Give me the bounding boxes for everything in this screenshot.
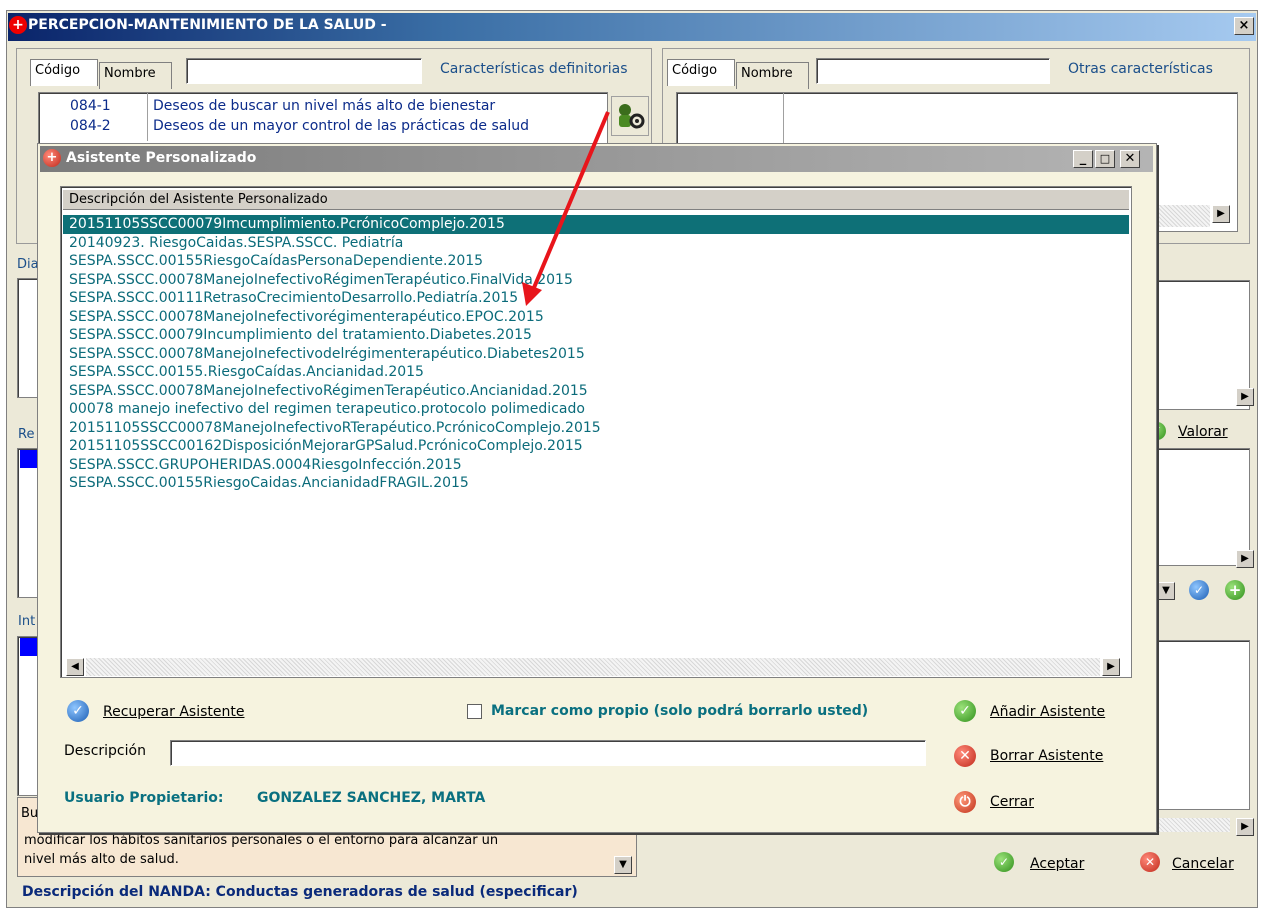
assistant-item[interactable]: 00078 manejo inefectivo del regimen tera… xyxy=(63,400,1129,419)
window-close-button[interactable]: × xyxy=(1234,17,1254,35)
recover-icon: ✓ xyxy=(67,700,89,722)
assistant-item[interactable]: 20151105SSCC00079Imcumplimiento.Pcrónico… xyxy=(63,215,1129,234)
tab-left-name[interactable]: Nombre xyxy=(99,62,172,89)
add-icon[interactable]: + xyxy=(1225,580,1245,600)
nanda-description: Descripción del NANDA: Conductas generad… xyxy=(22,884,578,900)
descripcion-input[interactable] xyxy=(170,740,926,766)
cerrar-button[interactable]: Cerrar xyxy=(990,794,1034,810)
people-gear-icon xyxy=(619,104,645,129)
results-list-edge xyxy=(17,448,39,598)
recuperar-asistente-button[interactable]: Recuperar Asistente xyxy=(103,704,244,720)
horizontal-scrollbar-track[interactable] xyxy=(86,658,1100,676)
aceptar-button[interactable]: Aceptar xyxy=(1030,856,1084,872)
scroll-right-button[interactable]: ▶ xyxy=(1236,818,1254,836)
assistant-item[interactable]: SESPA.SSCC.00078ManejoInefectivodelrégim… xyxy=(63,345,1129,364)
cancel-icon: ✕ xyxy=(1140,852,1160,872)
scroll-right-button[interactable]: ▶ xyxy=(1102,658,1120,676)
owner-name: GONZALEZ SANCHEZ, MARTA xyxy=(257,790,486,806)
cancelar-button[interactable]: Cancelar xyxy=(1172,856,1234,872)
borrar-asistente-button[interactable]: Borrar Asistente xyxy=(990,748,1103,764)
right-header-label: Otras características xyxy=(1068,61,1213,77)
section-label-re: Re xyxy=(18,427,35,442)
delete-icon: ✕ xyxy=(954,745,976,767)
assistant-item[interactable]: SESPA.SSCC.00111RetrasoCrecimientoDesarr… xyxy=(63,289,1129,308)
list-column-header[interactable]: Descripción del Asistente Personalizado xyxy=(63,190,1129,210)
valorar-button[interactable]: Valorar xyxy=(1178,424,1228,440)
section-label-dia: Dia xyxy=(17,257,39,272)
dialog-cross-icon: + xyxy=(43,149,61,167)
check-icon: ✓ xyxy=(994,852,1014,872)
right-list-edge xyxy=(1157,448,1250,566)
nanda-bu-label: Bu xyxy=(21,806,39,821)
descripcion-label: Descripción xyxy=(64,743,146,759)
window-title: PERCEPCION-MANTENIMIENTO DE LA SALUD - xyxy=(28,17,387,33)
assistant-item[interactable]: SESPA.SSCC.GRUPOHERIDAS.0004RiesgoInfecc… xyxy=(63,456,1129,475)
add-check-icon: ✓ xyxy=(954,700,976,722)
tab-right-code[interactable]: Código xyxy=(667,59,735,86)
tab-right-name[interactable]: Nombre xyxy=(736,62,809,89)
char-code: 084-1 xyxy=(70,98,111,114)
assistant-item[interactable]: 20151105SSCC00078ManejoInefectivoRTerapé… xyxy=(63,419,1129,438)
dialog-close-button[interactable]: ✕ xyxy=(1120,150,1140,168)
assistant-item[interactable]: SESPA.SSCC.00078ManejoInefectivoRégimenT… xyxy=(63,382,1129,401)
right-search-input[interactable] xyxy=(816,58,1050,84)
nanda-text-line: modificar los hábitos sanitarios persona… xyxy=(24,833,499,848)
assistant-item[interactable]: SESPA.SSCC.00078ManejoInefectivorégiment… xyxy=(63,308,1129,327)
section-label-int: Int xyxy=(18,614,36,629)
marcar-propio-label[interactable]: Marcar como propio (solo podrá borrarlo … xyxy=(491,703,868,719)
assistant-item[interactable]: 20140923. RiesgoCaidas.SESPA.SSCC. Pedia… xyxy=(63,234,1129,253)
right-list-edge xyxy=(1157,640,1250,810)
power-icon: ⏻ xyxy=(954,791,976,813)
assistant-item[interactable]: 20151105SSCC00162DisposiciónMejorarGPSal… xyxy=(63,437,1129,456)
char-desc[interactable]: Deseos de un mayor control de las prácti… xyxy=(153,118,529,134)
marcar-propio-checkbox[interactable] xyxy=(467,704,482,719)
scroll-left-button[interactable]: ◀ xyxy=(66,658,84,676)
assistant-item[interactable]: SESPA.SSCC.00155RiesgoCaidas.AncianidadF… xyxy=(63,474,1129,493)
column-divider xyxy=(147,93,148,141)
anadir-asistente-button[interactable]: Añadir Asistente xyxy=(990,704,1105,720)
assistant-item[interactable]: SESPA.SSCC.00155.RiesgoCaídas.Ancianidad… xyxy=(63,363,1129,382)
dialog-maximize-button[interactable]: □ xyxy=(1095,150,1115,168)
dialog-minimize-button[interactable]: _ xyxy=(1073,150,1093,168)
tab-left-code[interactable]: Código xyxy=(30,59,98,86)
scroll-right-button[interactable]: ▶ xyxy=(1236,388,1254,406)
assistant-item[interactable]: SESPA.SSCC.00079Incumplimiento del trata… xyxy=(63,326,1129,345)
diagnosis-list-edge xyxy=(17,278,39,398)
char-desc[interactable]: Deseos de buscar un nivel más alto de bi… xyxy=(153,98,495,114)
selected-row-marker xyxy=(20,450,37,468)
dropdown-arrow-button[interactable]: ▼ xyxy=(1157,582,1175,600)
selected-row-marker xyxy=(20,638,37,656)
check-blue-icon[interactable]: ✓ xyxy=(1189,580,1209,600)
nanda-text-line: nivel más alto de salud. xyxy=(24,852,179,867)
left-search-input[interactable] xyxy=(186,58,422,84)
scroll-right-button[interactable]: ▶ xyxy=(1212,205,1230,223)
owner-label: Usuario Propietario: xyxy=(64,790,224,806)
char-code: 084-2 xyxy=(70,118,111,134)
scroll-right-button[interactable]: ▶ xyxy=(1236,550,1254,568)
assistant-button[interactable] xyxy=(611,96,649,136)
interventions-list-edge xyxy=(17,636,39,796)
left-header-label: Características definitorias xyxy=(440,61,628,77)
app-cross-icon: + xyxy=(9,16,27,34)
scroll-down-button[interactable]: ▼ xyxy=(614,856,632,874)
dialog-title: Asistente Personalizado xyxy=(66,150,257,166)
assistant-item[interactable]: SESPA.SSCC.00078ManejoInefectivoRégimenT… xyxy=(63,271,1129,290)
assistant-item[interactable]: SESPA.SSCC.00155RiesgoCaídasPersonaDepen… xyxy=(63,252,1129,271)
assistant-items: 20151105SSCC00079Imcumplimiento.Pcrónico… xyxy=(63,215,1129,493)
